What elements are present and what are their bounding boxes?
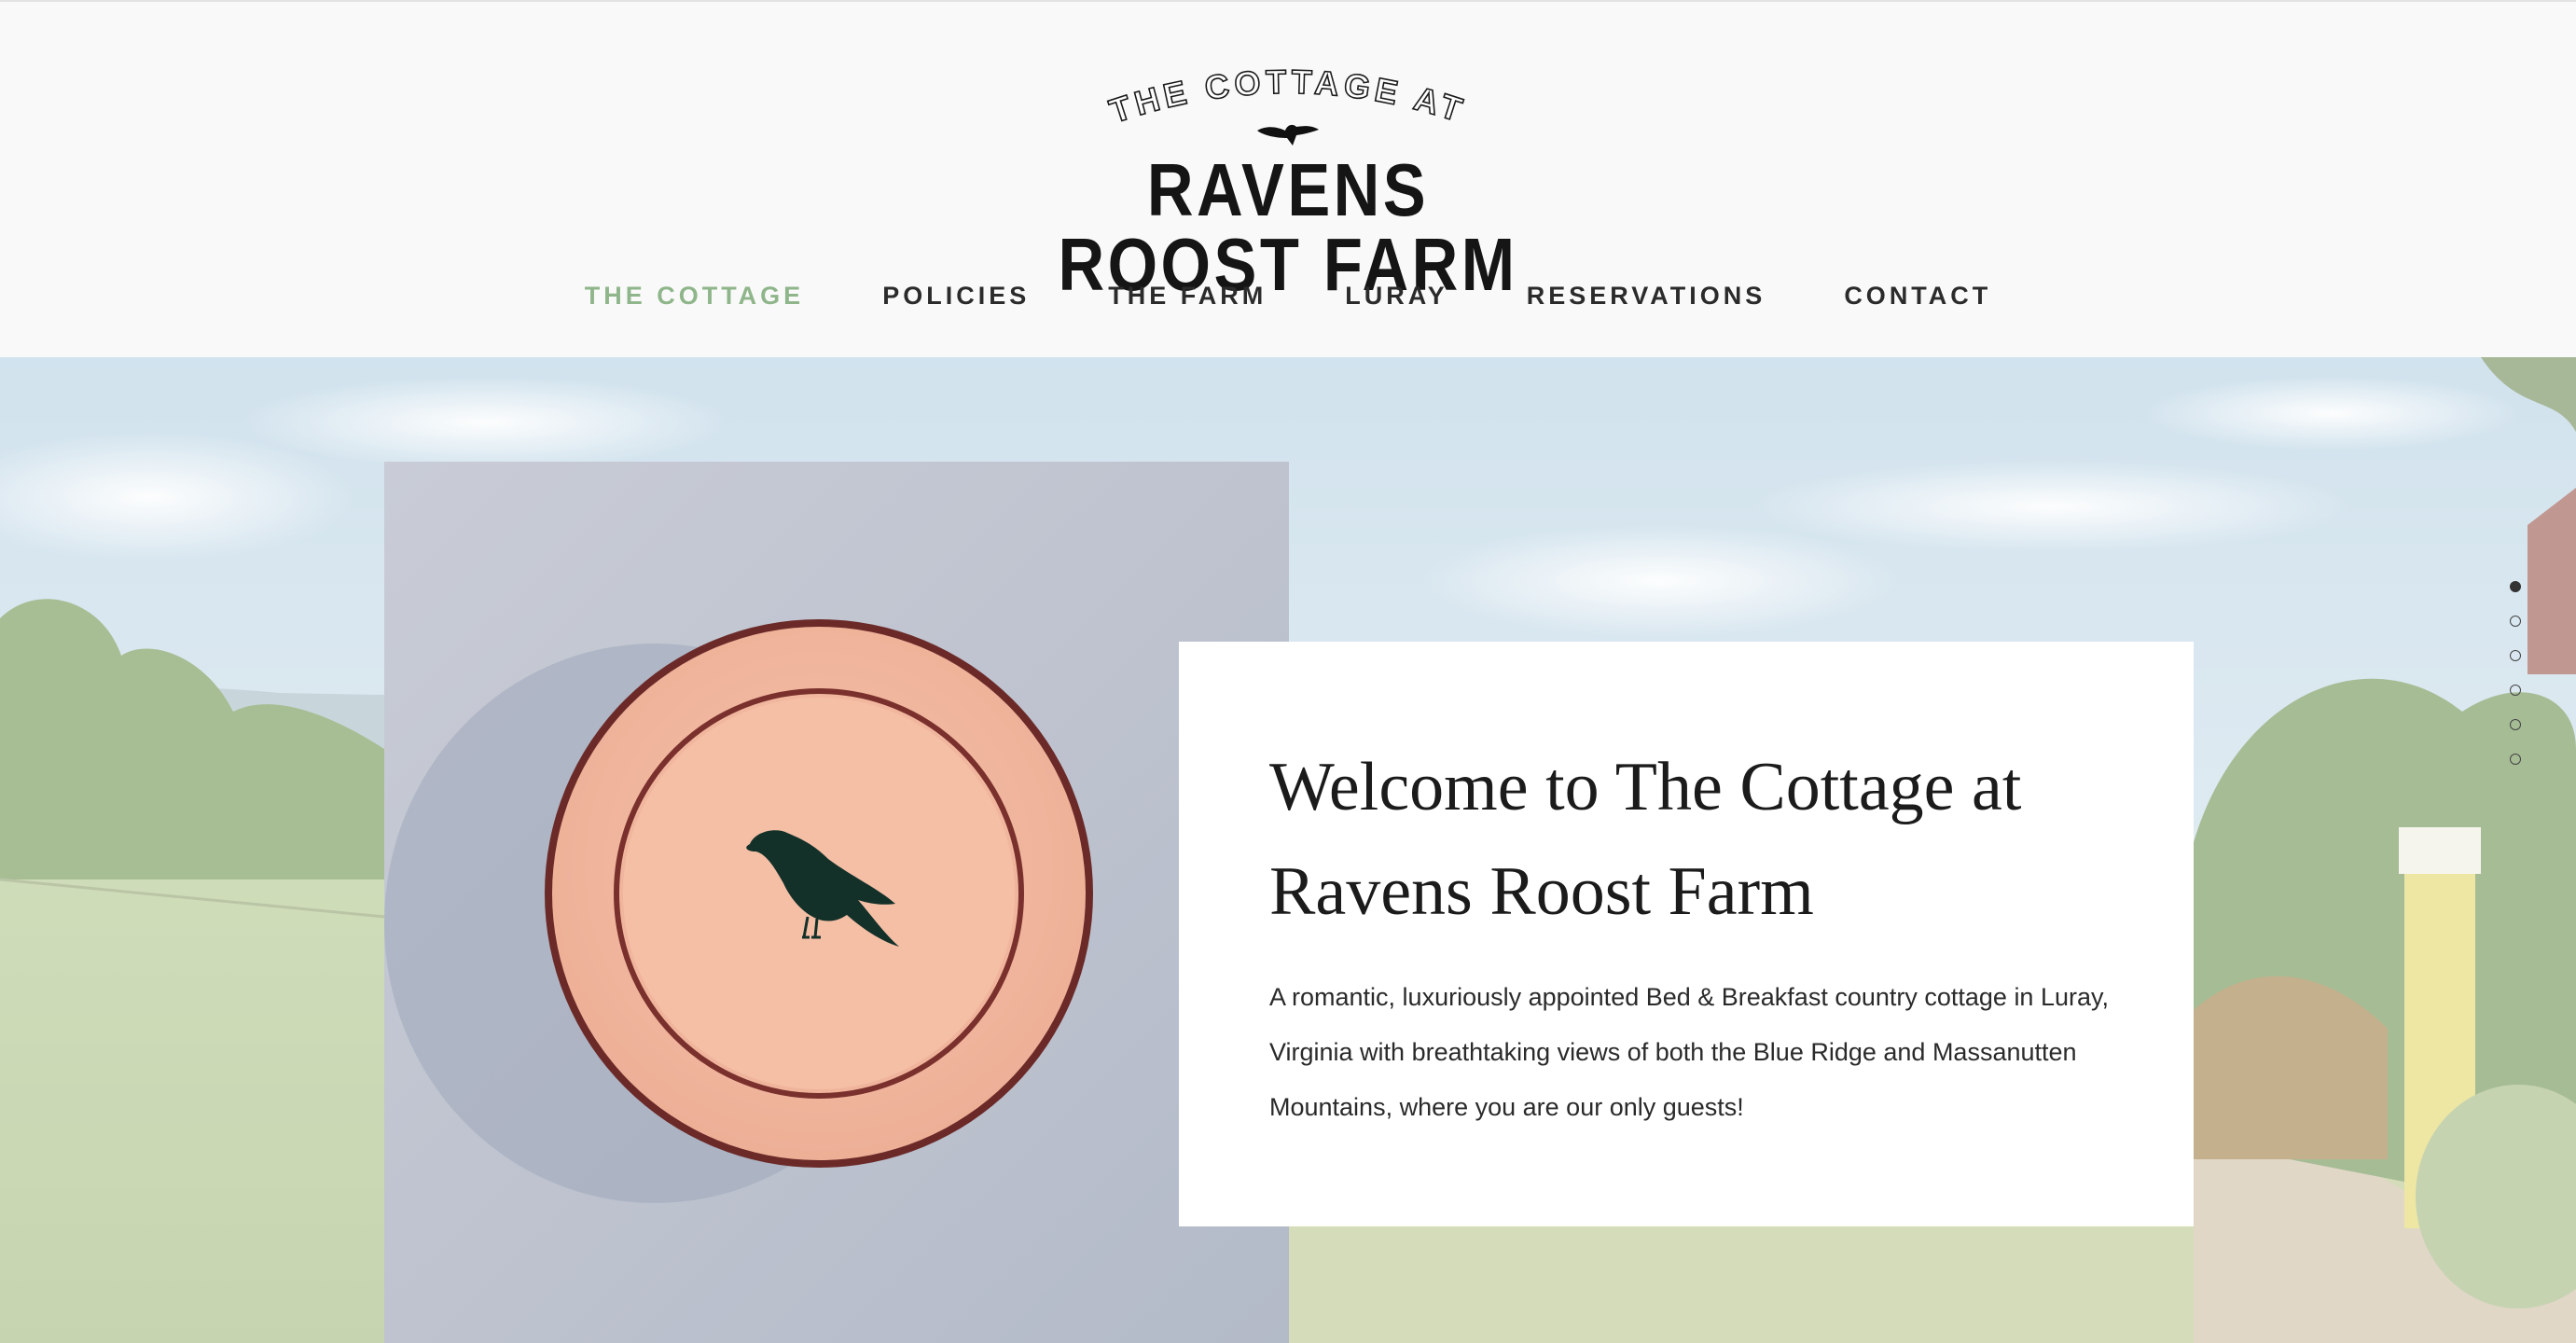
nav-item-luray[interactable]: LURAY: [1345, 277, 1448, 314]
site-header: THE COTTAGE AT RAVENS ROOST FARM THE COT…: [0, 0, 2576, 357]
slide-dot-1[interactable]: [2510, 581, 2521, 592]
slide-dot-5[interactable]: [2510, 719, 2521, 730]
slide-dots: [2508, 581, 2523, 768]
slide-dot-6[interactable]: [2510, 754, 2521, 765]
slide-dot-3[interactable]: [2510, 650, 2521, 661]
slide-dot-2[interactable]: [2510, 616, 2521, 627]
nav-item-the-cottage[interactable]: THE COTTAGE: [585, 277, 805, 314]
hero-section: Welcome to The Cottage at Ravens Roost F…: [0, 357, 2576, 1343]
nav-item-contact[interactable]: CONTACT: [1844, 277, 1991, 314]
nav-item-reservations[interactable]: RESERVATIONS: [1527, 277, 1766, 314]
nav-item-policies[interactable]: POLICIES: [882, 277, 1030, 314]
welcome-title: Welcome to The Cottage at Ravens Roost F…: [1269, 749, 2022, 930]
site-logo[interactable]: THE COTTAGE AT RAVENS ROOST FARM: [970, 67, 1606, 302]
raven-plate-photo: [384, 462, 1289, 1343]
welcome-description: A romantic, luxuriously appointed Bed & …: [1269, 983, 2109, 1121]
welcome-card: Welcome to The Cottage at Ravens Roost F…: [1179, 642, 2194, 1226]
nav-item-the-farm[interactable]: THE FARM: [1108, 277, 1267, 314]
slide-dot-4[interactable]: [2510, 685, 2521, 696]
main-nav: THE COTTAGE POLICIES THE FARM LURAY RESE…: [0, 277, 2576, 314]
